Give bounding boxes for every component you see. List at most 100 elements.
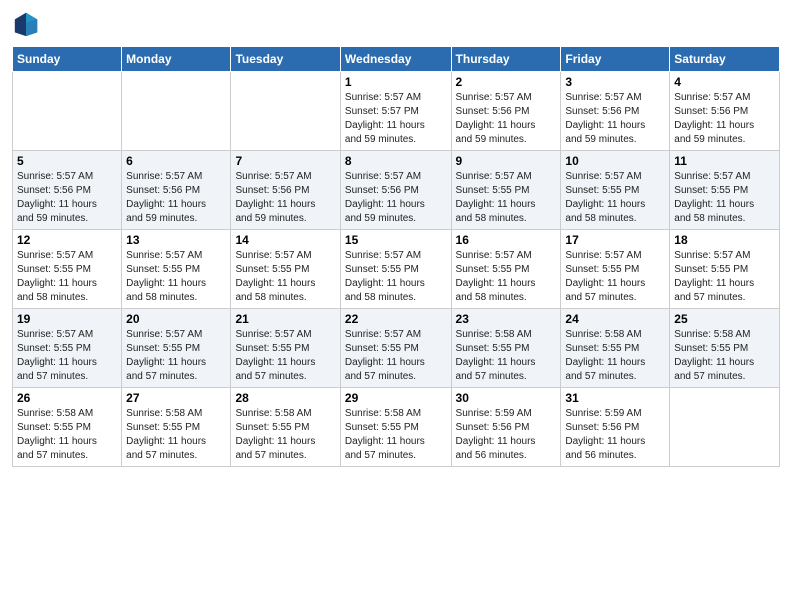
day-number: 19 xyxy=(17,312,117,326)
day-number: 29 xyxy=(345,391,447,405)
day-number: 16 xyxy=(456,233,557,247)
calendar-cell: 16 Sunrise: 5:57 AM Sunset: 5:55 PM Dayli… xyxy=(451,230,561,309)
calendar-cell: 31 Sunrise: 5:59 AM Sunset: 5:56 PM Dayli… xyxy=(561,388,670,467)
day-info: Sunrise: 5:57 AM Sunset: 5:56 PM Dayligh… xyxy=(456,91,557,147)
calendar-cell: 23 Sunrise: 5:58 AM Sunset: 5:55 PM Dayli… xyxy=(451,309,561,388)
day-number: 20 xyxy=(126,312,226,326)
calendar-cell xyxy=(13,72,122,151)
day-info: Sunrise: 5:58 AM Sunset: 5:55 PM Dayligh… xyxy=(674,328,775,384)
day-info: Sunrise: 5:58 AM Sunset: 5:55 PM Dayligh… xyxy=(17,407,117,463)
day-info: Sunrise: 5:59 AM Sunset: 5:56 PM Dayligh… xyxy=(456,407,557,463)
day-info: Sunrise: 5:57 AM Sunset: 5:55 PM Dayligh… xyxy=(235,328,335,384)
weekday-header-wednesday: Wednesday xyxy=(340,47,451,72)
page: SundayMondayTuesdayWednesdayThursdayFrid… xyxy=(0,0,792,612)
day-number: 10 xyxy=(565,154,665,168)
calendar-cell: 13Sunrise: 5:57 AM Sunset: 5:55 PM Dayli… xyxy=(122,230,231,309)
day-info: Sunrise: 5:58 AM Sunset: 5:55 PM Dayligh… xyxy=(235,407,335,463)
calendar-cell xyxy=(231,72,340,151)
calendar-cell xyxy=(122,72,231,151)
day-number: 9 xyxy=(456,154,557,168)
day-info: Sunrise: 5:57 AM Sunset: 5:55 PM Dayligh… xyxy=(17,249,117,305)
calendar-cell: 26 Sunrise: 5:58 AM Sunset: 5:55 PM Dayli… xyxy=(13,388,122,467)
calendar-cell: 20Sunrise: 5:57 AM Sunset: 5:55 PM Dayli… xyxy=(122,309,231,388)
calendar-cell: 3Sunrise: 5:57 AM Sunset: 5:56 PM Daylig… xyxy=(561,72,670,151)
day-info: Sunrise: 5:57 AM Sunset: 5:55 PM Dayligh… xyxy=(345,249,447,305)
day-info: Sunrise: 5:57 AM Sunset: 5:55 PM Dayligh… xyxy=(565,249,665,305)
calendar-cell: 30 Sunrise: 5:59 AM Sunset: 5:56 PM Dayli… xyxy=(451,388,561,467)
weekday-header-thursday: Thursday xyxy=(451,47,561,72)
calendar-cell: 8 Sunrise: 5:57 AM Sunset: 5:56 PM Daylig… xyxy=(340,151,451,230)
day-info: Sunrise: 5:57 AM Sunset: 5:56 PM Dayligh… xyxy=(235,170,335,226)
calendar-cell: 25 Sunrise: 5:58 AM Sunset: 5:55 PM Dayli… xyxy=(670,309,780,388)
day-info: Sunrise: 5:57 AM Sunset: 5:55 PM Dayligh… xyxy=(456,170,557,226)
logo-icon xyxy=(12,10,40,38)
calendar-cell: 18Sunrise: 5:57 AM Sunset: 5:55 PM Dayli… xyxy=(670,230,780,309)
weekday-header-friday: Friday xyxy=(561,47,670,72)
day-number: 8 xyxy=(345,154,447,168)
day-number: 15 xyxy=(345,233,447,247)
day-number: 7 xyxy=(235,154,335,168)
day-info: Sunrise: 5:57 AM Sunset: 5:56 PM Dayligh… xyxy=(126,170,226,226)
weekday-header-tuesday: Tuesday xyxy=(231,47,340,72)
header xyxy=(12,10,780,38)
day-number: 21 xyxy=(235,312,335,326)
day-number: 26 xyxy=(17,391,117,405)
weekday-header-sunday: Sunday xyxy=(13,47,122,72)
calendar-cell: 10Sunrise: 5:57 AM Sunset: 5:55 PM Dayli… xyxy=(561,151,670,230)
day-number: 30 xyxy=(456,391,557,405)
calendar-cell: 29 Sunrise: 5:58 AM Sunset: 5:55 PM Dayli… xyxy=(340,388,451,467)
day-number: 27 xyxy=(126,391,226,405)
day-info: Sunrise: 5:58 AM Sunset: 5:55 PM Dayligh… xyxy=(126,407,226,463)
day-number: 2 xyxy=(456,75,557,89)
day-number: 24 xyxy=(565,312,665,326)
calendar-cell: 21 Sunrise: 5:57 AM Sunset: 5:55 PM Dayli… xyxy=(231,309,340,388)
calendar-cell xyxy=(670,388,780,467)
weekday-header-monday: Monday xyxy=(122,47,231,72)
weekday-header-row: SundayMondayTuesdayWednesdayThursdayFrid… xyxy=(13,47,780,72)
day-info: Sunrise: 5:57 AM Sunset: 5:55 PM Dayligh… xyxy=(235,249,335,305)
day-number: 4 xyxy=(674,75,775,89)
day-number: 31 xyxy=(565,391,665,405)
calendar-week-row: 26 Sunrise: 5:58 AM Sunset: 5:55 PM Dayli… xyxy=(13,388,780,467)
calendar-cell: 4 Sunrise: 5:57 AM Sunset: 5:56 PM Daylig… xyxy=(670,72,780,151)
calendar-cell: 11Sunrise: 5:57 AM Sunset: 5:55 PM Dayli… xyxy=(670,151,780,230)
day-number: 5 xyxy=(17,154,117,168)
day-number: 25 xyxy=(674,312,775,326)
day-number: 3 xyxy=(565,75,665,89)
calendar-table: SundayMondayTuesdayWednesdayThursdayFrid… xyxy=(12,46,780,467)
calendar-cell: 12 Sunrise: 5:57 AM Sunset: 5:55 PM Dayli… xyxy=(13,230,122,309)
calendar-cell: 17 Sunrise: 5:57 AM Sunset: 5:55 PM Dayli… xyxy=(561,230,670,309)
day-info: Sunrise: 5:57 AM Sunset: 5:55 PM Dayligh… xyxy=(674,249,775,305)
calendar-week-row: 5 Sunrise: 5:57 AM Sunset: 5:56 PM Daylig… xyxy=(13,151,780,230)
calendar-week-row: 12 Sunrise: 5:57 AM Sunset: 5:55 PM Dayli… xyxy=(13,230,780,309)
calendar-week-row: 19 Sunrise: 5:57 AM Sunset: 5:55 PM Dayli… xyxy=(13,309,780,388)
calendar-cell: 5 Sunrise: 5:57 AM Sunset: 5:56 PM Daylig… xyxy=(13,151,122,230)
calendar-cell: 2 Sunrise: 5:57 AM Sunset: 5:56 PM Daylig… xyxy=(451,72,561,151)
day-info: Sunrise: 5:58 AM Sunset: 5:55 PM Dayligh… xyxy=(456,328,557,384)
day-info: Sunrise: 5:57 AM Sunset: 5:57 PM Dayligh… xyxy=(345,91,447,147)
day-info: Sunrise: 5:57 AM Sunset: 5:55 PM Dayligh… xyxy=(456,249,557,305)
calendar-cell: 19 Sunrise: 5:57 AM Sunset: 5:55 PM Dayli… xyxy=(13,309,122,388)
day-info: Sunrise: 5:57 AM Sunset: 5:56 PM Dayligh… xyxy=(674,91,775,147)
day-number: 12 xyxy=(17,233,117,247)
day-info: Sunrise: 5:57 AM Sunset: 5:56 PM Dayligh… xyxy=(17,170,117,226)
day-number: 17 xyxy=(565,233,665,247)
calendar-cell: 9 Sunrise: 5:57 AM Sunset: 5:55 PM Daylig… xyxy=(451,151,561,230)
calendar-cell: 27 Sunrise: 5:58 AM Sunset: 5:55 PM Dayli… xyxy=(122,388,231,467)
day-number: 28 xyxy=(235,391,335,405)
day-info: Sunrise: 5:57 AM Sunset: 5:55 PM Dayligh… xyxy=(126,249,226,305)
weekday-header-saturday: Saturday xyxy=(670,47,780,72)
day-number: 6 xyxy=(126,154,226,168)
day-info: Sunrise: 5:58 AM Sunset: 5:55 PM Dayligh… xyxy=(565,328,665,384)
calendar-cell: 15 Sunrise: 5:57 AM Sunset: 5:55 PM Dayli… xyxy=(340,230,451,309)
day-info: Sunrise: 5:57 AM Sunset: 5:55 PM Dayligh… xyxy=(17,328,117,384)
day-info: Sunrise: 5:58 AM Sunset: 5:55 PM Dayligh… xyxy=(345,407,447,463)
logo xyxy=(12,10,42,38)
day-info: Sunrise: 5:59 AM Sunset: 5:56 PM Dayligh… xyxy=(565,407,665,463)
day-number: 22 xyxy=(345,312,447,326)
day-info: Sunrise: 5:57 AM Sunset: 5:55 PM Dayligh… xyxy=(345,328,447,384)
calendar-cell: 6 Sunrise: 5:57 AM Sunset: 5:56 PM Daylig… xyxy=(122,151,231,230)
day-info: Sunrise: 5:57 AM Sunset: 5:55 PM Dayligh… xyxy=(674,170,775,226)
day-number: 23 xyxy=(456,312,557,326)
day-info: Sunrise: 5:57 AM Sunset: 5:56 PM Dayligh… xyxy=(345,170,447,226)
